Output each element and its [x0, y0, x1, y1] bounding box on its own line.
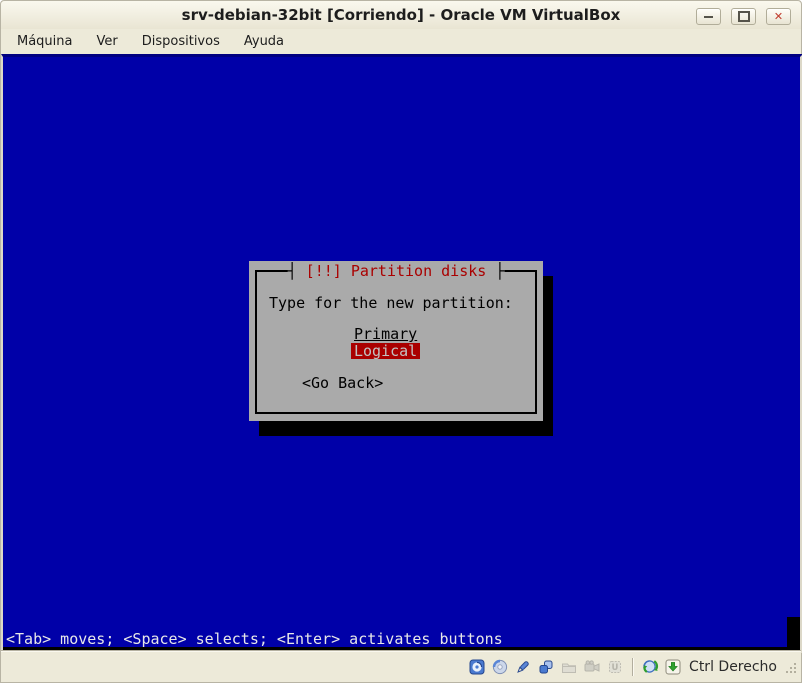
mouse-integration-icon[interactable]	[641, 658, 659, 676]
minimize-button[interactable]	[696, 8, 721, 25]
window-title: srv-debian-32bit [Corriendo] - Oracle VM…	[182, 6, 621, 24]
pen-icon[interactable]	[514, 658, 532, 676]
menu-ayuda[interactable]: Ayuda	[232, 31, 296, 52]
option-logical-selected[interactable]: Logical	[351, 343, 420, 359]
status-bar: U Ctrl Derecho	[1, 650, 801, 682]
menu-bar: Máquina Ver Dispositivos Ayuda	[1, 29, 801, 54]
statusbar-separator	[632, 658, 633, 676]
keyboard-help-line: <Tab> moves; <Space> selects; <Enter> ac…	[6, 631, 503, 647]
resize-grip[interactable]	[784, 660, 798, 679]
host-key-icon	[664, 658, 682, 676]
host-key-label: Ctrl Derecho	[689, 659, 777, 675]
menu-dispositivos[interactable]: Dispositivos	[130, 31, 232, 52]
dialog-title: ┤ [!!] Partition disks ├	[288, 263, 505, 279]
virtualbox-window: srv-debian-32bit [Corriendo] - Oracle VM…	[0, 0, 802, 683]
close-icon: ✕	[774, 11, 783, 22]
svg-text:U: U	[612, 663, 619, 673]
status-indicators: U Ctrl Derecho	[468, 651, 777, 682]
usb-icon: U	[606, 658, 624, 676]
minimize-icon	[704, 16, 713, 18]
installer-console[interactable]: ┤ [!!] Partition disks ├ Type for the ne…	[3, 57, 800, 647]
optical-disc-icon[interactable]	[491, 658, 509, 676]
border-tick-left: ┤	[288, 262, 297, 280]
option-primary[interactable]: Primary	[354, 326, 417, 342]
window-controls: ✕	[696, 8, 791, 25]
video-capture-icon	[583, 658, 601, 676]
vm-screen[interactable]: ┤ [!!] Partition disks ├ Type for the ne…	[1, 54, 802, 653]
menu-ver[interactable]: Ver	[85, 31, 130, 52]
partition-dialog: ┤ [!!] Partition disks ├ Type for the ne…	[249, 261, 543, 421]
title-bar[interactable]: srv-debian-32bit [Corriendo] - Oracle VM…	[1, 1, 801, 29]
maximize-button[interactable]	[731, 8, 756, 25]
maximize-icon	[738, 11, 750, 22]
dialog-prompt: Type for the new partition:	[269, 295, 513, 311]
menu-maquina[interactable]: Máquina	[5, 31, 85, 52]
border-tick-right: ├	[495, 262, 504, 280]
go-back-button[interactable]: <Go Back>	[302, 375, 383, 391]
close-button[interactable]: ✕	[766, 8, 791, 25]
shared-folder-icon	[560, 658, 578, 676]
screen-corner-padding	[787, 617, 800, 647]
hard-disk-icon[interactable]	[468, 658, 486, 676]
dialog-title-text: [!!] Partition disks	[297, 262, 496, 280]
network-icon[interactable]	[537, 658, 555, 676]
